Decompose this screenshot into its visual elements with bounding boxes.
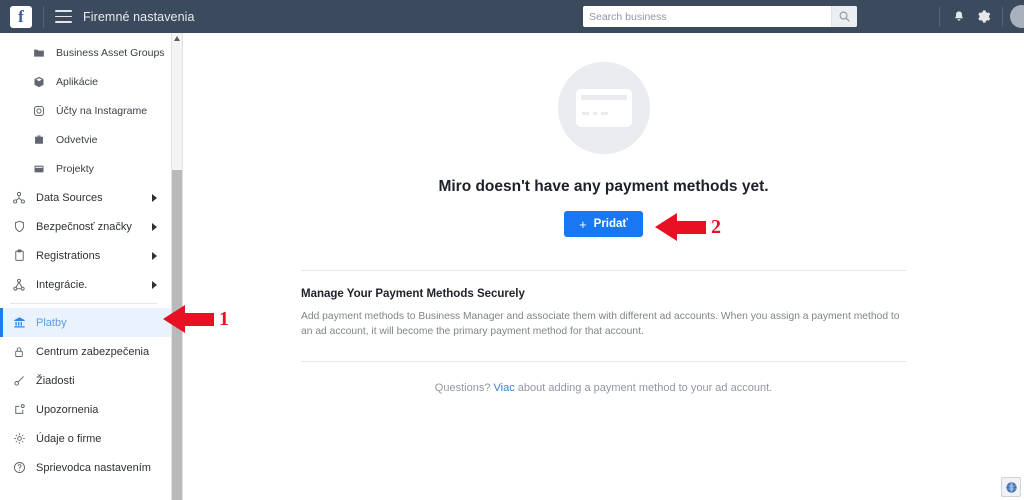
instagram-icon bbox=[29, 105, 49, 117]
payment-methods-empty-state: Miro doesn't have any payment methods ye… bbox=[183, 33, 1024, 237]
hamburger-menu-icon[interactable] bbox=[55, 10, 72, 23]
user-avatar[interactable] bbox=[1010, 5, 1024, 28]
sidebar-item-label: Upozornenia bbox=[36, 403, 99, 416]
questions-prefix: Questions? bbox=[434, 382, 491, 394]
learn-more-link[interactable]: Viac bbox=[494, 382, 515, 394]
arrow-tail bbox=[184, 312, 214, 326]
sidebar-item-label: Žiadosti bbox=[36, 374, 75, 387]
sidebar-scrollbar[interactable] bbox=[171, 33, 183, 500]
annotation-arrow-2: 2 bbox=[655, 213, 721, 241]
sidebar-item-brand-safety[interactable]: Bezpečnosť značky bbox=[0, 212, 171, 241]
clipboard-icon bbox=[9, 249, 29, 262]
chevron-right-icon bbox=[152, 251, 157, 260]
topbar-divider bbox=[939, 6, 940, 27]
help-circle-icon bbox=[9, 461, 29, 474]
sidebar-item-label: Bezpečnosť značky bbox=[36, 220, 132, 233]
add-payment-method-button[interactable]: + Pridať bbox=[564, 211, 643, 237]
chevron-right-icon bbox=[152, 280, 157, 289]
top-navigation-bar: f Firemné nastavenia bbox=[0, 0, 1024, 33]
lock-icon bbox=[9, 346, 29, 358]
sidebar-item-platby[interactable]: Platby bbox=[0, 308, 171, 337]
arrow-tail bbox=[676, 220, 706, 234]
gear-icon[interactable] bbox=[971, 5, 995, 29]
info-heading: Manage Your Payment Methods Securely bbox=[301, 288, 525, 300]
plus-icon: + bbox=[579, 216, 587, 232]
content-divider bbox=[301, 361, 906, 362]
topbar-divider bbox=[1002, 6, 1003, 27]
shield-icon bbox=[9, 220, 29, 233]
search-input[interactable] bbox=[583, 6, 831, 27]
sidebar-item-upozornenia[interactable]: Upozornenia bbox=[0, 395, 171, 424]
credit-card-icon bbox=[557, 62, 650, 154]
folder-icon bbox=[29, 47, 49, 59]
questions-suffix: about adding a payment method to your ad… bbox=[517, 382, 773, 394]
page-title: Firemné nastavenia bbox=[83, 9, 195, 24]
sidebar-item-data-sources[interactable]: Data Sources bbox=[0, 183, 171, 212]
sidebar-item-label: Centrum zabezpečenia bbox=[36, 345, 150, 358]
sidebar-item-label: Projekty bbox=[56, 162, 94, 175]
add-button-label: Pridať bbox=[593, 218, 628, 230]
sidebar-item-label: Registrations bbox=[36, 249, 101, 262]
arrow-left-icon bbox=[163, 305, 185, 333]
bank-icon bbox=[9, 316, 29, 329]
facebook-logo[interactable]: f bbox=[10, 5, 32, 28]
sidebar-item-projekty[interactable]: Projekty bbox=[0, 154, 171, 183]
search-bar[interactable] bbox=[583, 6, 857, 27]
request-icon bbox=[9, 374, 29, 387]
sidebar-divider bbox=[10, 303, 157, 304]
sidebar-item-security-center[interactable]: Centrum zabezpečenia bbox=[0, 337, 171, 366]
business-settings-page: f Firemné nastavenia Search business Bus… bbox=[0, 0, 1024, 500]
annotation-number: 2 bbox=[711, 215, 721, 238]
payment-info-section: Manage Your Payment Methods Securely Add… bbox=[301, 271, 906, 339]
business-info-icon bbox=[9, 432, 29, 445]
sidebar-item-label: Business Asset Groups bbox=[56, 46, 165, 59]
search-icon[interactable] bbox=[831, 6, 857, 27]
questions-line: Questions? Viac about adding a payment m… bbox=[183, 382, 1024, 394]
globe-icon[interactable] bbox=[1001, 477, 1021, 497]
sidebar-navigation: Business Asset Groups Aplikácie Účty na … bbox=[0, 33, 171, 500]
sidebar-item-business-asset-groups[interactable]: Business Asset Groups bbox=[0, 38, 171, 67]
sidebar-item-label: Integrácie. bbox=[36, 278, 88, 291]
sidebar-item-integracie[interactable]: Integrácie. bbox=[0, 270, 171, 299]
topbar-divider bbox=[43, 5, 44, 28]
sidebar-item-business-info[interactable]: Údaje o firme bbox=[0, 424, 171, 453]
info-body-text: Add payment methods to Business Manager … bbox=[301, 311, 900, 337]
arrow-left-icon bbox=[655, 213, 677, 241]
sidebar-item-label: Odvetvie bbox=[56, 133, 98, 146]
scroll-up-arrow-icon[interactable] bbox=[174, 36, 180, 41]
sidebar-item-label: Účty na Instagrame bbox=[56, 104, 148, 117]
sidebar-item-odvetvie[interactable]: Odvetvie bbox=[0, 125, 171, 154]
projects-icon bbox=[29, 163, 49, 175]
sidebar-item-label: Data Sources bbox=[36, 191, 103, 204]
empty-state-title: Miro doesn't have any payment methods ye… bbox=[438, 178, 769, 195]
topbar-right-icons bbox=[932, 0, 1024, 33]
briefcase-icon bbox=[29, 134, 49, 146]
sidebar-item-label: Platby bbox=[36, 316, 67, 329]
sidebar-item-label: Sprievodca nastavením bbox=[36, 461, 151, 474]
main-content: Miro doesn't have any payment methods ye… bbox=[183, 33, 1024, 500]
annotation-number: 1 bbox=[219, 307, 229, 330]
sidebar-item-ziadosti[interactable]: Žiadosti bbox=[0, 366, 171, 395]
sidebar-item-label: Aplikácie bbox=[56, 75, 99, 88]
chevron-right-icon bbox=[152, 193, 157, 202]
sidebar-item-setup-guide[interactable]: Sprievodca nastavením bbox=[0, 453, 171, 482]
bell-icon[interactable] bbox=[947, 5, 971, 29]
sidebar-item-instagram-accounts[interactable]: Účty na Instagrame bbox=[0, 96, 171, 125]
sidebar-item-registrations[interactable]: Registrations bbox=[0, 241, 171, 270]
alerts-icon bbox=[9, 403, 29, 416]
chevron-right-icon bbox=[152, 222, 157, 231]
sidebar-item-label: Údaje o firme bbox=[36, 432, 102, 445]
sidebar-items-list: Business Asset Groups Aplikácie Účty na … bbox=[0, 33, 171, 482]
package-icon bbox=[29, 76, 49, 88]
annotation-arrow-1: 1 bbox=[163, 305, 229, 333]
data-sources-icon bbox=[9, 191, 29, 205]
sidebar-item-aplikacie[interactable]: Aplikácie bbox=[0, 67, 171, 96]
integrations-icon bbox=[9, 278, 29, 292]
